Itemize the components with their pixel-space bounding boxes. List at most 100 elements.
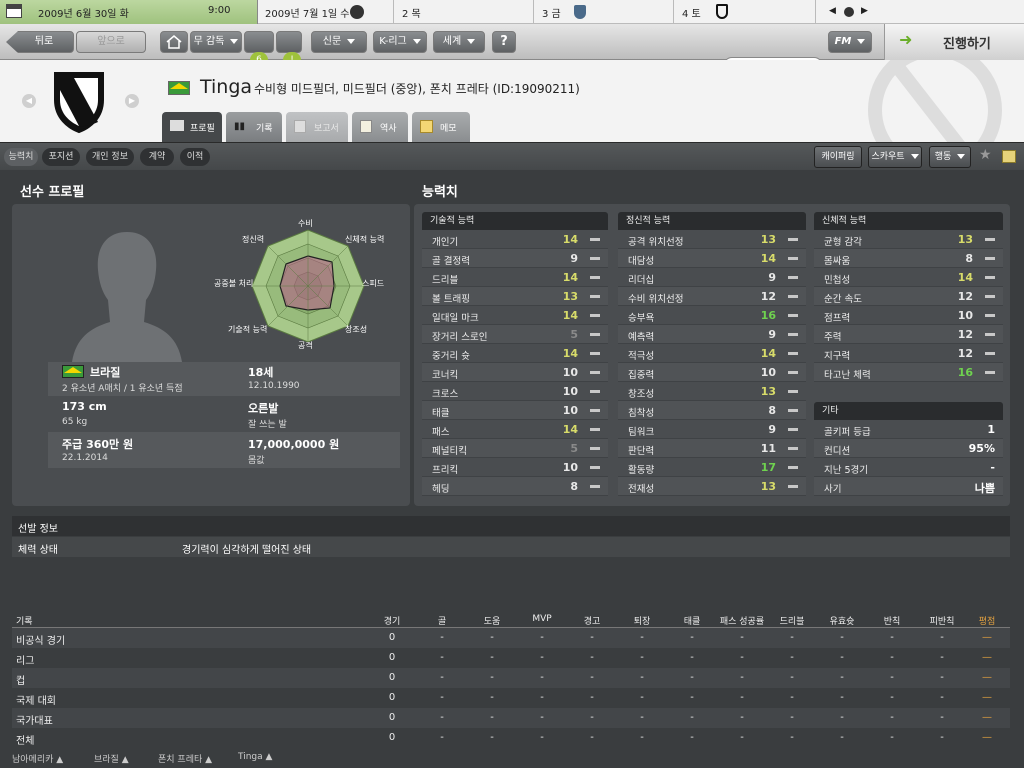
attribute-row[interactable]: 중거리 슛 14: [422, 344, 608, 363]
stats-column-header[interactable]: 경기: [367, 614, 417, 627]
stats-column-header[interactable]: 경고: [567, 614, 617, 627]
stats-column-header[interactable]: 반칙: [867, 614, 917, 627]
breadcrumb-club[interactable]: 폰치 프레타 ▲: [158, 752, 212, 765]
stats-row[interactable]: 컵 0 - - - - - - - - - - - —: [12, 668, 1010, 688]
calendar-day-4[interactable]: 4 토: [682, 5, 701, 20]
attribute-row[interactable]: 드리블 14: [422, 268, 608, 287]
newspaper-menu[interactable]: 신문: [311, 31, 367, 53]
attribute-row[interactable]: 적극성 14: [618, 344, 806, 363]
attribute-row[interactable]: 예측력 9: [618, 325, 806, 344]
attribute-row[interactable]: 리더십 9: [618, 268, 806, 287]
add-note-icon[interactable]: [1002, 150, 1016, 163]
attribute-row[interactable]: 수비 위치선정 12: [618, 287, 806, 306]
attribute-row[interactable]: 침착성 8: [618, 401, 806, 420]
breadcrumb-player[interactable]: Tinga ▲: [238, 752, 272, 762]
attribute-row[interactable]: 팀워크 9: [618, 420, 806, 439]
attribute-row[interactable]: 장거리 스로인 5: [422, 325, 608, 344]
world-menu[interactable]: 세계: [433, 31, 485, 53]
manager-menu[interactable]: 무 감독: [190, 31, 242, 53]
stats-column-header[interactable]: MVP: [517, 614, 567, 624]
attribute-row[interactable]: 판단력 11: [618, 439, 806, 458]
stats-column-header[interactable]: 태클: [667, 614, 717, 627]
home-button[interactable]: [160, 31, 188, 53]
attribute-row[interactable]: 창조성 13: [618, 382, 806, 401]
action-menu[interactable]: 행동: [929, 146, 971, 168]
forward-button[interactable]: 앞으로: [76, 31, 146, 53]
stats-row[interactable]: 리그 0 - - - - - - - - - - - —: [12, 648, 1010, 668]
prev-arrow-icon[interactable]: ◀: [829, 6, 836, 16]
attribute-row[interactable]: 몸싸움 8: [814, 249, 1003, 268]
back-button[interactable]: 뒤로: [6, 31, 74, 53]
league-menu[interactable]: K-리그: [373, 31, 427, 53]
today-dot-icon[interactable]: [844, 7, 854, 17]
stats-row[interactable]: 전체 0 - - - - - - - - - - - —: [12, 728, 1010, 748]
attribute-row[interactable]: 태클 10: [422, 401, 608, 420]
next-arrow-icon[interactable]: ▶: [861, 6, 868, 16]
attribute-row[interactable]: 점프력 10: [814, 306, 1003, 325]
stats-column-header[interactable]: 패스 성공률: [717, 614, 767, 627]
attribute-row[interactable]: 지구력 12: [814, 344, 1003, 363]
attribute-row[interactable]: 지난 5경기 -: [814, 458, 1003, 477]
stats-column-header[interactable]: 피반칙: [917, 614, 967, 627]
attribute-row[interactable]: 코너킥 10: [422, 363, 608, 382]
tab-records[interactable]: ▮▮ 기록: [226, 112, 282, 142]
attribute-row[interactable]: 승부욕 16: [618, 306, 806, 325]
attribute-row[interactable]: 개인기 14: [422, 230, 608, 249]
scout-menu[interactable]: 스카우트: [868, 146, 922, 168]
next-player-icon[interactable]: ▶: [125, 94, 139, 108]
attribute-row[interactable]: 민첩성 14: [814, 268, 1003, 287]
calendar-day-2[interactable]: 2 목: [402, 5, 421, 20]
stats-column-header[interactable]: 도움: [467, 614, 517, 627]
tab-notes[interactable]: 메모: [412, 112, 470, 142]
stats-row[interactable]: 국가대표 0 - - - - - - - - - - - —: [12, 708, 1010, 728]
continue-button[interactable]: ➜ 진행하기: [884, 24, 1024, 60]
attribute-row[interactable]: 사기 나쁨: [814, 477, 1003, 496]
stats-column-header[interactable]: 기록: [16, 614, 136, 627]
prev-player-icon[interactable]: ◀: [22, 94, 36, 108]
inbox-button[interactable]: [276, 31, 302, 53]
attribute-row[interactable]: 골 결정력 9: [422, 249, 608, 268]
calendar-day-1[interactable]: 2009년 7월 1일 수: [265, 5, 350, 20]
fm-menu[interactable]: FM: [828, 31, 872, 53]
stats-column-header[interactable]: 퇴장: [617, 614, 667, 627]
attribute-row[interactable]: 주력 12: [814, 325, 1003, 344]
subnav-transfer[interactable]: 이적: [180, 148, 210, 166]
notifications-button[interactable]: [244, 31, 274, 53]
stats-column-header[interactable]: 유효슛: [817, 614, 867, 627]
tab-history[interactable]: 역사: [352, 112, 408, 142]
attribute-row[interactable]: 순간 속도 12: [814, 287, 1003, 306]
star-icon[interactable]: ★: [979, 147, 992, 163]
attribute-row[interactable]: 골키퍼 등급 1: [814, 420, 1003, 439]
stats-column-header[interactable]: 드리블: [767, 614, 817, 627]
stats-row[interactable]: 비공식 경기 0 - - - - - - - - - - - —: [12, 628, 1010, 648]
attribute-row[interactable]: 컨디션 95%: [814, 439, 1003, 458]
attribute-row[interactable]: 활동량 17: [618, 458, 806, 477]
subnav-personal[interactable]: 개인 정보: [86, 148, 134, 166]
help-button[interactable]: ?: [492, 31, 516, 53]
tab-reports[interactable]: 보고서: [286, 112, 348, 142]
subnav-contract[interactable]: 계약: [140, 148, 174, 166]
stats-column-header[interactable]: 평점: [962, 614, 1012, 627]
calendar-day-3[interactable]: 3 금: [542, 5, 561, 20]
attribute-row[interactable]: 일대일 마크 14: [422, 306, 608, 325]
attribute-row[interactable]: 집중력 10: [618, 363, 806, 382]
compare-button[interactable]: 캐이퍼링: [814, 146, 862, 168]
breadcrumb-nation[interactable]: 브라질 ▲: [94, 752, 129, 765]
stats-column-header[interactable]: 골: [417, 614, 467, 627]
attribute-row[interactable]: 패스 14: [422, 420, 608, 439]
attribute-row[interactable]: 크로스 10: [422, 382, 608, 401]
attribute-row[interactable]: 헤딩 8: [422, 477, 608, 496]
attribute-row[interactable]: 프리킥 10: [422, 458, 608, 477]
calendar-icon[interactable]: [6, 4, 22, 18]
attribute-row[interactable]: 페널티킥 5: [422, 439, 608, 458]
stats-row[interactable]: 국제 대회 0 - - - - - - - - - - - —: [12, 688, 1010, 708]
attribute-row[interactable]: 공격 위치선정 13: [618, 230, 806, 249]
attribute-row[interactable]: 타고난 체력 16: [814, 363, 1003, 382]
subnav-positions[interactable]: 포지션: [42, 148, 80, 166]
attribute-row[interactable]: 대담성 14: [618, 249, 806, 268]
attribute-row[interactable]: 볼 트래핑 13: [422, 287, 608, 306]
tab-profile[interactable]: 프로필: [162, 112, 222, 142]
breadcrumb-continent[interactable]: 남아메리카 ▲: [12, 752, 63, 765]
subnav-attributes[interactable]: 능력치: [4, 148, 38, 166]
attribute-row[interactable]: 전재성 13: [618, 477, 806, 496]
